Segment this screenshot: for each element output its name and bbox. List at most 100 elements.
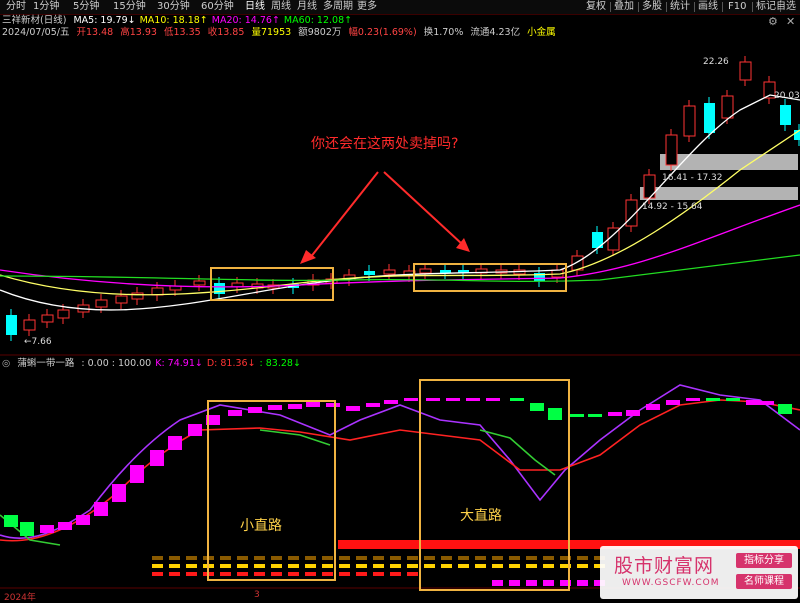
signal-dot [322, 572, 333, 576]
toolbar-separator [694, 2, 695, 12]
signal-dot [407, 564, 418, 568]
signal-dot [339, 572, 350, 576]
period-tab-0[interactable]: 分时 [6, 0, 26, 14]
signal-dot [356, 572, 367, 576]
signal-dot [509, 564, 520, 568]
period-tab-4[interactable]: 30分钟 [157, 0, 190, 14]
signal-dot [186, 572, 197, 576]
period-tab-3[interactable]: 15分钟 [113, 0, 146, 14]
signal-dot [390, 572, 401, 576]
zone-label-lower: 14.92 - 15.64 [642, 202, 703, 212]
indicator-bar [346, 406, 360, 411]
signal-dot [305, 572, 316, 576]
indicator-toggle-icon[interactable]: ◎ [2, 358, 10, 369]
candle-body [193, 280, 206, 286]
candle-body [214, 283, 225, 294]
signal-dot [475, 556, 486, 560]
price-zone-bar-upper [660, 154, 798, 170]
signal-dot [356, 556, 367, 560]
candle-body [780, 105, 791, 125]
indicator-bar [646, 404, 660, 410]
toolbar-btn-6[interactable]: 标记 [756, 0, 776, 14]
toolbar-separator [638, 2, 639, 12]
indicator-bar [326, 403, 340, 407]
box-label-small: 小直路 [240, 518, 282, 534]
candle-body [95, 299, 108, 308]
axis-mid-label: 3 [254, 590, 260, 600]
candle-body [115, 295, 128, 304]
indicator-bar [760, 401, 774, 405]
period-tab-9[interactable]: 多周期 [323, 0, 353, 14]
signal-dot [186, 556, 197, 560]
indicator-bar [510, 398, 524, 401]
indicator-value-1: K: 74.91↓ [155, 358, 203, 369]
candle-body [704, 103, 715, 133]
period-tab-7[interactable]: 周线 [271, 0, 291, 14]
annotation-arrows [300, 171, 470, 264]
indicator-bar [686, 398, 700, 401]
signal-dot-magenta [509, 580, 520, 586]
signal-dot [237, 556, 248, 560]
gear-icon[interactable]: ⚙ [768, 15, 778, 28]
period-tab-8[interactable]: 月线 [297, 0, 317, 14]
toolbar-btn-3[interactable]: 统计 [670, 0, 690, 14]
indicator-bar [4, 515, 18, 527]
period-tab-10[interactable]: 更多 [357, 0, 377, 14]
indicator-bar [58, 522, 72, 530]
signal-dot [271, 572, 282, 576]
signal-dot [441, 556, 452, 560]
signal-dot [390, 564, 401, 568]
signal-dot-magenta [543, 580, 554, 586]
candle-body [665, 134, 678, 166]
quote-low: 低13.35 [163, 27, 201, 38]
period-tab-5[interactable]: 60分钟 [201, 0, 234, 14]
indicator-value-2: D: 81.36↓ [206, 358, 256, 369]
toolbar-btn-4[interactable]: 画线 [698, 0, 718, 14]
toolbar-btn-5[interactable]: F10 [728, 0, 746, 14]
signal-dot [169, 572, 180, 576]
indicator-bar [168, 436, 182, 450]
candle-body [721, 95, 734, 119]
signal-dot [373, 564, 384, 568]
signal-dot [186, 564, 197, 568]
watermark-title: 股市财富网 [614, 555, 715, 577]
signal-dot [169, 556, 180, 560]
toolbar-separator [722, 2, 723, 12]
toolbar-btn-0[interactable]: 复权 [586, 0, 606, 14]
signal-dot [543, 556, 554, 560]
indicator-bar [130, 465, 144, 483]
signal-dot [424, 556, 435, 560]
price-label-high: 22.26 [703, 57, 729, 67]
close-icon[interactable]: ✕ [786, 15, 795, 28]
period-tab-1[interactable]: 1分钟 [33, 0, 59, 14]
signal-dot-magenta [577, 580, 588, 586]
zone-label-upper: 16.41 - 17.32 [662, 173, 723, 183]
quote-category: 小金属 [527, 27, 556, 38]
indicator-value-3: : 83.28↓ [259, 358, 301, 369]
chart-canvas[interactable] [0, 0, 800, 601]
price-label-last: 20.03 [774, 91, 800, 101]
toolbar-btn-7[interactable]: 自选 [776, 0, 796, 14]
candle-body [57, 309, 70, 319]
period-tab-2[interactable]: 5分钟 [73, 0, 99, 14]
signal-dot [288, 564, 299, 568]
indicator-bar [366, 403, 380, 407]
signal-dot [441, 564, 452, 568]
indicator-bar [248, 407, 262, 413]
signal-dot [407, 556, 418, 560]
toolbar-btn-1[interactable]: 叠加 [614, 0, 634, 14]
indicator-bar [446, 398, 460, 401]
indicator-bar [626, 410, 640, 416]
period-tab-6[interactable]: 日线 [245, 0, 265, 14]
indicator-value-0: : 0.00 : 100.00 [81, 358, 152, 369]
signal-dot [577, 564, 588, 568]
candle-body [23, 319, 36, 331]
toolbar-btn-2[interactable]: 多股 [642, 0, 662, 14]
signal-dot [220, 564, 231, 568]
quote-open: 开13.48 [76, 27, 114, 38]
indicator-bar [228, 410, 242, 416]
toolbar-separator [666, 2, 667, 12]
candle-body [419, 268, 432, 274]
signal-dot [152, 572, 163, 576]
quote-turnover: 换1.70% [423, 27, 464, 38]
